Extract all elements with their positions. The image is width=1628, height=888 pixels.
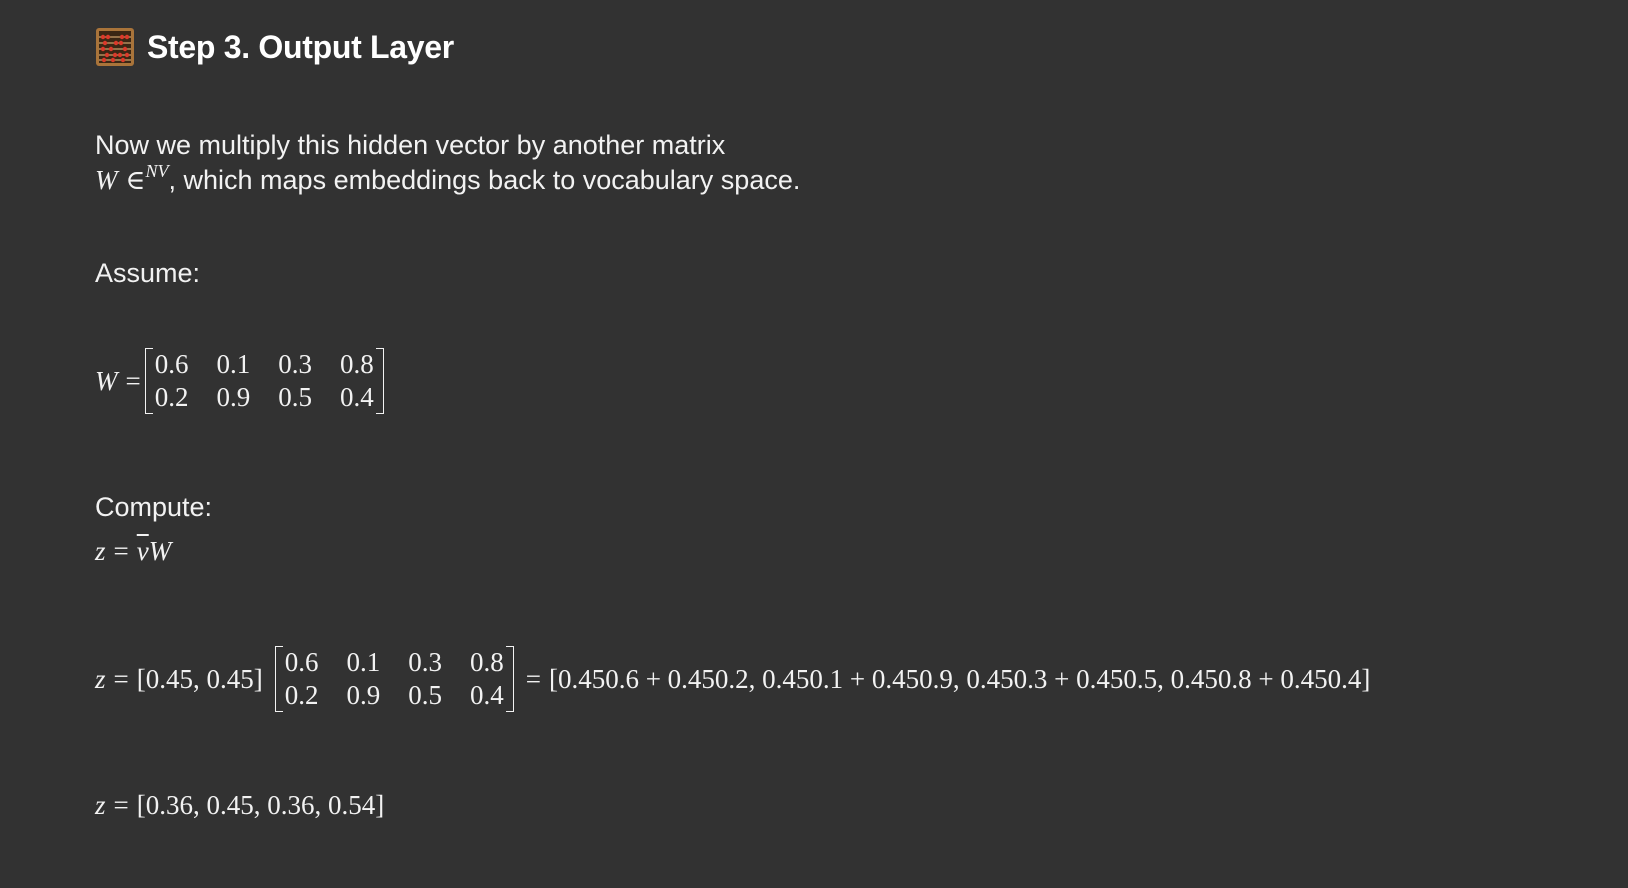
expansion-equals: = [113,663,129,694]
expansion-matrix-grid: 0.6 0.1 0.3 0.8 0.2 0.9 0.5 0.4 [283,646,506,712]
w-matrix: 0.6 0.1 0.3 0.8 0.2 0.9 0.5 0.4 [144,348,384,414]
expansion-matrix: 0.6 0.1 0.3 0.8 0.2 0.9 0.5 0.4 [274,646,514,712]
matrix-cell: 0.5 [278,382,312,412]
final-z: z [95,790,106,820]
matrix-cell: 0.8 [469,647,504,677]
formula-v-bar: v [136,536,149,566]
formula-z: z [95,536,106,566]
expansion-vector: [0.45, 0.45] [136,663,263,694]
expansion-result: [0.450.6 + 0.450.2, 0.450.1 + 0.450.9, 0… [548,663,1371,694]
matrix-cell: 0.2 [284,680,319,710]
expansion-z: z [95,663,106,694]
abacus-icon [96,28,134,66]
matrix-left-bracket [274,646,283,712]
matrix-cell: 0.9 [346,680,381,710]
section-heading: Step 3. Output Layer [95,24,454,70]
matrix-cell: 0.3 [278,349,312,379]
intro-line-1: Now we multiply this hidden vector by an… [95,130,726,160]
expansion-equals-2: = [525,663,541,694]
matrix-cell: 0.4 [339,382,374,412]
matrix-right-bracket [375,348,384,414]
w-equals: = [125,365,141,396]
intro-line-2: W ∈NV, which maps embeddings back to voca… [95,161,801,198]
z-final: z = [0.36, 0.45, 0.36, 0.54] [95,790,384,821]
formula-W: W [148,536,172,566]
matrix-cell: 0.1 [346,647,381,677]
math-superscript: NV [145,161,169,181]
w-matrix-grid: 0.6 0.1 0.3 0.8 0.2 0.9 0.5 0.4 [153,348,376,414]
compute-label: Compute: [95,492,213,522]
matrix-left-bracket [144,348,153,414]
final-result: [0.36, 0.45, 0.36, 0.54] [136,790,385,820]
w-lhs: W [95,365,118,396]
matrix-cell: 0.8 [339,349,374,379]
matrix-cell: 0.9 [216,382,251,412]
assume-label: Assume: [95,258,201,288]
matrix-cell: 0.1 [216,349,251,379]
z-formula: z = v W [95,536,171,567]
page-title: Step 3. Output Layer [147,28,454,65]
matrix-right-bracket [505,646,514,712]
z-expansion: z = [0.45, 0.45] 0.6 0.1 0.3 0.8 0.2 0.9… [95,646,1370,712]
matrix-cell: 0.5 [408,680,442,710]
matrix-cell: 0.6 [284,647,319,677]
w-definition: W = 0.6 0.1 0.3 0.8 0.2 0.9 0.5 0.4 [95,348,388,414]
math-element-of: ∈ [125,165,146,195]
matrix-cell: 0.4 [469,680,504,710]
matrix-cell: 0.6 [154,349,189,379]
math-W: W [95,165,118,195]
intro-line-2-text: , which maps embeddings back to vocabula… [168,165,801,195]
matrix-cell: 0.3 [408,647,442,677]
matrix-cell: 0.2 [154,382,189,412]
formula-equals: = [113,536,129,566]
final-equals: = [113,790,129,820]
intro-paragraph: Now we multiply this hidden vector by an… [95,128,800,198]
